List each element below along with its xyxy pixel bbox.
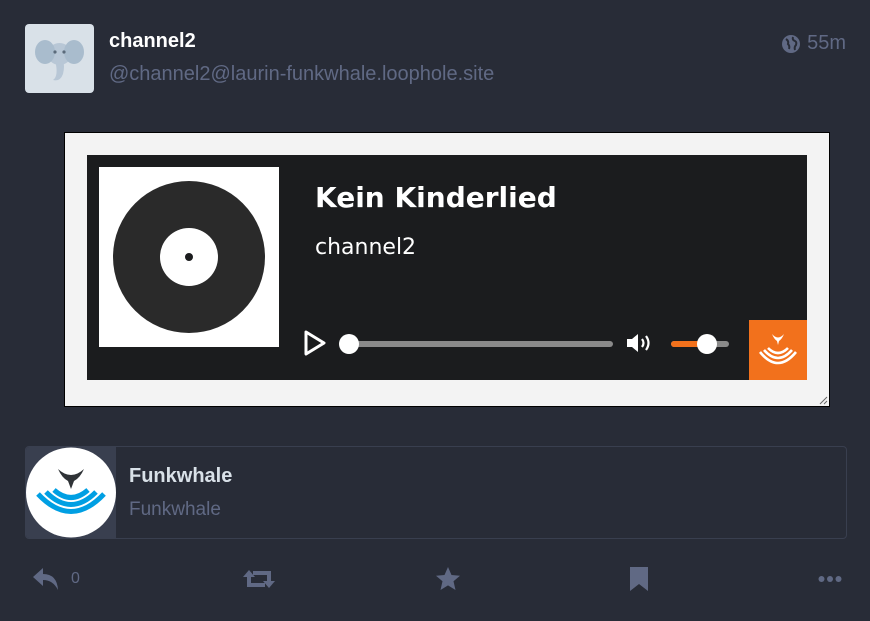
album-cover — [99, 167, 279, 347]
volume-icon — [627, 334, 650, 352]
card-title: Funkwhale — [129, 465, 233, 487]
account-handle[interactable]: @channel2@laurin-funkwhale.loophole.site — [109, 63, 494, 86]
link-preview-card[interactable]: Funkwhale Funkwhale — [25, 446, 847, 539]
card-description: Funkwhale — [129, 499, 221, 520]
relative-time: 55m — [807, 32, 846, 54]
star-icon — [436, 567, 460, 590]
avatar[interactable] — [25, 24, 94, 93]
reply-icon — [33, 568, 58, 590]
track-artist[interactable]: channel2 — [315, 235, 416, 260]
favourite-button[interactable] — [435, 565, 461, 593]
funkwhale-brand-link[interactable] — [749, 320, 807, 380]
display-name[interactable]: channel2 — [109, 30, 196, 53]
volume-handle[interactable] — [696, 334, 717, 354]
resize-grip-icon[interactable] — [818, 395, 828, 405]
volume-button[interactable] — [625, 331, 655, 355]
funkwhale-logo-icon — [26, 447, 116, 538]
volume-slider[interactable] — [671, 334, 729, 354]
play-icon — [304, 330, 326, 356]
card-thumbnail — [26, 447, 116, 538]
track-title: Kein Kinderlied — [315, 181, 557, 214]
audio-player: Kein Kinderlied channel2 — [87, 155, 807, 380]
more-button[interactable] — [818, 565, 842, 593]
progress-bar[interactable] — [339, 334, 613, 354]
status-timestamp[interactable]: 55m — [781, 32, 846, 55]
boost-button[interactable] — [243, 565, 275, 593]
progress-handle[interactable] — [339, 334, 359, 354]
bookmark-icon — [630, 567, 648, 591]
embed-frame: Kein Kinderlied channel2 — [64, 132, 830, 407]
play-button[interactable] — [302, 329, 328, 357]
globe-icon — [782, 34, 801, 53]
ellipsis-icon — [818, 576, 842, 582]
boost-icon — [243, 570, 275, 588]
reply-button[interactable]: 0 — [31, 565, 80, 593]
bookmark-button[interactable] — [628, 565, 650, 593]
funkwhale-logo-icon — [749, 320, 807, 380]
reply-count: 0 — [71, 570, 80, 587]
elephant-avatar-icon — [35, 40, 84, 81]
vinyl-record-icon — [113, 181, 265, 333]
